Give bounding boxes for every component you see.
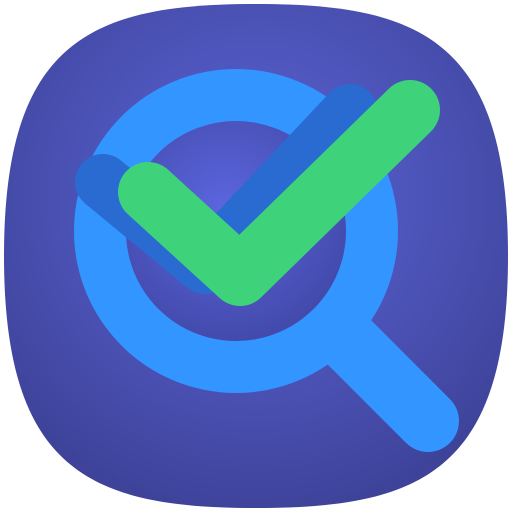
app-icon-graphic bbox=[4, 4, 508, 508]
app-icon bbox=[0, 0, 512, 512]
